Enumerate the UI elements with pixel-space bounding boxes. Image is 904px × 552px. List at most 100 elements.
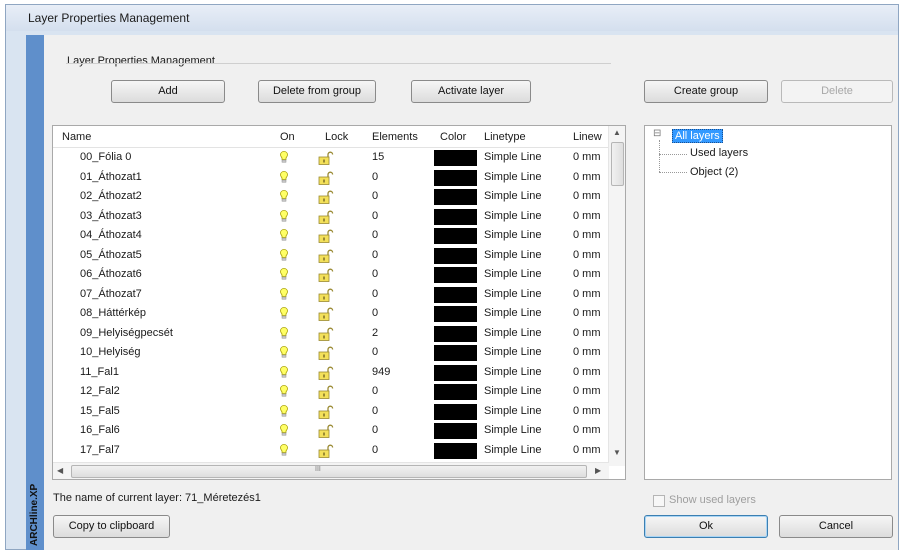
col-linetype[interactable]: Linetype bbox=[484, 131, 526, 143]
cancel-button[interactable]: Cancel bbox=[779, 515, 893, 538]
color-swatch[interactable] bbox=[434, 403, 477, 420]
group-tree[interactable]: ⊟ All layers Used layers Object (2) bbox=[644, 125, 892, 480]
dialog-client: Layer Properties Management Add Delete f… bbox=[44, 35, 898, 550]
lock-icon[interactable] bbox=[318, 249, 334, 263]
lock-icon[interactable] bbox=[318, 151, 334, 165]
layer-linetype: Simple Line bbox=[484, 326, 542, 339]
layer-elements: 0 bbox=[372, 424, 379, 436]
color-swatch[interactable] bbox=[434, 325, 477, 342]
color-swatch[interactable] bbox=[434, 169, 477, 186]
table-row[interactable]: 03_Áthozat3 0 Simple Line 0 mm bbox=[53, 207, 608, 227]
activate-layer-button[interactable]: Activate layer bbox=[411, 80, 531, 103]
lightbulb-icon[interactable] bbox=[280, 424, 288, 436]
lock-icon[interactable] bbox=[318, 405, 334, 419]
lock-icon[interactable] bbox=[318, 385, 334, 399]
lock-icon[interactable] bbox=[318, 307, 334, 321]
color-swatch[interactable] bbox=[434, 208, 477, 225]
lock-icon[interactable] bbox=[318, 424, 334, 438]
col-linew[interactable]: Linew bbox=[573, 131, 602, 143]
lightbulb-icon[interactable] bbox=[280, 190, 288, 202]
lightbulb-icon[interactable] bbox=[280, 443, 288, 456]
lock-icon[interactable] bbox=[318, 444, 334, 458]
tree-expander-icon[interactable]: ⊟ bbox=[653, 128, 661, 139]
table-row[interactable]: 05_Áthozat5 0 Simple Line 0 mm bbox=[53, 246, 608, 266]
tree-item-used-layers[interactable]: Used layers bbox=[690, 147, 748, 159]
lightbulb-icon[interactable] bbox=[280, 365, 288, 378]
table-row[interactable]: 11_Fal1 949 Simple Line 0 mm bbox=[53, 363, 608, 383]
color-swatch[interactable] bbox=[434, 189, 477, 205]
col-color[interactable]: Color bbox=[440, 131, 466, 143]
color-swatch[interactable] bbox=[434, 364, 477, 381]
layer-table[interactable]: Name On Lock Elements Color Linetype Lin… bbox=[52, 125, 626, 480]
table-row[interactable]: 15_Fal5 0 Simple Line 0 mm bbox=[53, 402, 608, 422]
create-group-button[interactable]: Create group bbox=[644, 80, 768, 103]
ok-button[interactable]: Ok bbox=[644, 515, 768, 538]
lightbulb-icon[interactable] bbox=[280, 268, 288, 280]
table-row[interactable]: 01_Áthozat1 0 Simple Line 0 mm bbox=[53, 168, 608, 188]
color-swatch[interactable] bbox=[434, 306, 477, 322]
table-row[interactable]: 09_Helyiségpecsét 2 Simple Line 0 mm bbox=[53, 324, 608, 344]
lightbulb-icon[interactable] bbox=[280, 287, 288, 300]
lightbulb-icon[interactable] bbox=[280, 307, 288, 319]
horizontal-scrollbar[interactable]: ◀ III ▶ bbox=[53, 462, 609, 479]
vertical-scroll-thumb[interactable] bbox=[611, 142, 624, 186]
scroll-left-icon[interactable]: ◀ bbox=[57, 466, 63, 475]
delete-button[interactable]: Delete bbox=[781, 80, 893, 103]
lock-icon[interactable] bbox=[318, 210, 334, 224]
lock-icon[interactable] bbox=[318, 366, 334, 380]
scroll-right-icon[interactable]: ▶ bbox=[595, 466, 601, 475]
lightbulb-icon[interactable] bbox=[280, 385, 288, 397]
scroll-down-icon[interactable]: ▼ bbox=[613, 448, 621, 457]
layer-linetype: Simple Line bbox=[484, 229, 542, 241]
layer-linetype: Simple Line bbox=[484, 385, 542, 397]
color-swatch[interactable] bbox=[434, 247, 477, 264]
tree-item-all-layers[interactable]: All layers bbox=[672, 129, 723, 143]
delete-from-group-button[interactable]: Delete from group bbox=[258, 80, 376, 103]
lock-icon[interactable] bbox=[318, 171, 334, 185]
lightbulb-icon[interactable] bbox=[280, 151, 288, 163]
table-row[interactable]: 17_Fal7 0 Simple Line 0 mm bbox=[53, 441, 608, 461]
scroll-up-icon[interactable]: ▲ bbox=[613, 128, 621, 137]
col-on[interactable]: On bbox=[280, 131, 295, 143]
copy-to-clipboard-button[interactable]: Copy to clipboard bbox=[53, 515, 170, 538]
lock-icon[interactable] bbox=[318, 288, 334, 302]
color-swatch[interactable] bbox=[434, 228, 477, 244]
lightbulb-icon[interactable] bbox=[280, 404, 288, 417]
color-swatch[interactable] bbox=[434, 423, 477, 439]
col-name[interactable]: Name bbox=[62, 131, 91, 143]
table-row[interactable]: 08_Háttérkép 0 Simple Line 0 mm bbox=[53, 304, 608, 324]
show-used-layers-checkbox[interactable] bbox=[653, 495, 665, 507]
lock-icon[interactable] bbox=[318, 327, 334, 341]
lightbulb-icon[interactable] bbox=[280, 170, 288, 183]
lightbulb-icon[interactable] bbox=[280, 229, 288, 241]
lightbulb-icon[interactable] bbox=[280, 209, 288, 222]
vertical-scrollbar[interactable]: ▲ ▼ bbox=[608, 126, 625, 466]
color-swatch[interactable] bbox=[434, 442, 477, 459]
horizontal-scroll-thumb[interactable]: III bbox=[71, 465, 587, 478]
table-row[interactable]: 07_Áthozat7 0 Simple Line 0 mm bbox=[53, 285, 608, 305]
color-swatch[interactable] bbox=[434, 345, 477, 361]
color-swatch[interactable] bbox=[434, 384, 477, 400]
tree-item-object[interactable]: Object (2) bbox=[690, 166, 738, 178]
add-button[interactable]: Add bbox=[111, 80, 225, 103]
layer-linew: 0 mm bbox=[573, 229, 601, 241]
col-elements[interactable]: Elements bbox=[372, 131, 418, 143]
lock-icon[interactable] bbox=[318, 190, 334, 204]
table-row[interactable]: 02_Áthozat2 0 Simple Line 0 mm bbox=[53, 187, 608, 207]
lock-icon[interactable] bbox=[318, 268, 334, 282]
color-swatch[interactable] bbox=[434, 267, 477, 283]
table-row[interactable]: 10_Helyiség 0 Simple Line 0 mm bbox=[53, 343, 608, 363]
table-row[interactable]: 16_Fal6 0 Simple Line 0 mm bbox=[53, 421, 608, 441]
table-row[interactable]: 00_Fólia 0 15 Simple Line 0 mm bbox=[53, 148, 608, 168]
lock-icon[interactable] bbox=[318, 346, 334, 360]
table-row[interactable]: 12_Fal2 0 Simple Line 0 mm bbox=[53, 382, 608, 402]
color-swatch[interactable] bbox=[434, 150, 477, 166]
lightbulb-icon[interactable] bbox=[280, 326, 288, 339]
color-swatch[interactable] bbox=[434, 286, 477, 303]
col-lock[interactable]: Lock bbox=[325, 131, 348, 143]
lightbulb-icon[interactable] bbox=[280, 346, 288, 358]
lock-icon[interactable] bbox=[318, 229, 334, 243]
table-row[interactable]: 06_Áthozat6 0 Simple Line 0 mm bbox=[53, 265, 608, 285]
table-row[interactable]: 04_Áthozat4 0 Simple Line 0 mm bbox=[53, 226, 608, 246]
lightbulb-icon[interactable] bbox=[280, 248, 288, 261]
